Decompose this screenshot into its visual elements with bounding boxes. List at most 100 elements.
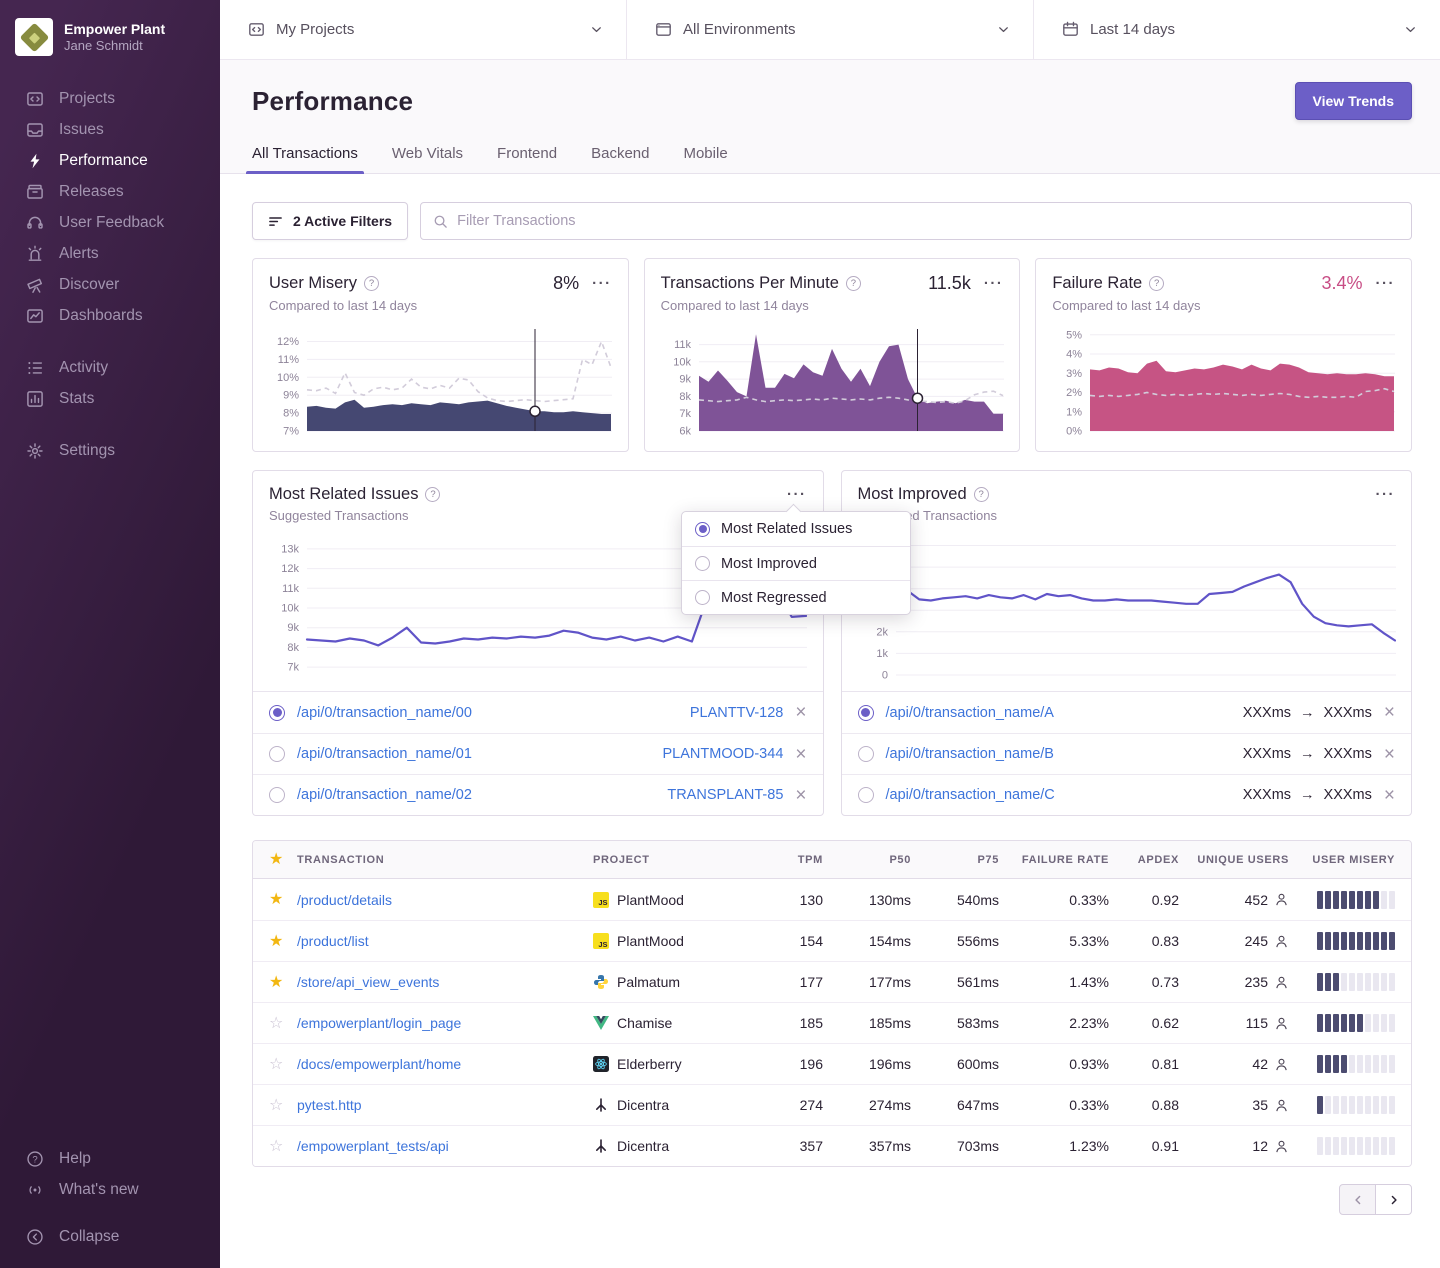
user-icon (1274, 1057, 1289, 1072)
date-range-dropdown[interactable]: Last 14 days (1034, 0, 1440, 59)
sidebar-item-performance[interactable]: Performance (0, 145, 220, 176)
tab-frontend[interactable]: Frontend (497, 145, 557, 173)
sidebar-collapse-button[interactable]: Collapse (0, 1221, 220, 1252)
card-title: User Misery (269, 274, 357, 293)
close-icon[interactable]: × (795, 745, 806, 764)
sidebar-item-releases[interactable]: Releases (0, 176, 220, 207)
transaction-link[interactable]: /product/details (297, 892, 392, 908)
ellipsis-menu-icon[interactable]: ··· (592, 276, 612, 291)
close-icon[interactable]: × (795, 786, 806, 805)
transaction-link[interactable]: /product/list (297, 933, 369, 949)
issue-link[interactable]: TRANSPLANT-85 (667, 787, 783, 803)
transaction-link[interactable]: /docs/empowerplant/home (297, 1056, 461, 1072)
failure-rate-chart[interactable]: 0%1%2%3%4%5% (1052, 323, 1395, 439)
ellipsis-menu-icon[interactable]: ··· (787, 487, 807, 502)
transaction-link[interactable]: /api/0/transaction_name/C (886, 787, 1055, 803)
active-filters-button[interactable]: 2 Active Filters (252, 202, 408, 240)
transaction-link[interactable]: /api/0/transaction_name/B (886, 746, 1054, 762)
close-icon[interactable]: × (1384, 745, 1395, 764)
issue-link[interactable]: PLANTMOOD-344 (663, 746, 784, 762)
radio-button[interactable] (269, 746, 285, 762)
user-misery-card: User Misery ? 8% ··· Compared to last 14… (252, 258, 629, 452)
widget-type-menu: Most Related Issues Most Improved Most R… (681, 511, 911, 615)
menu-option-most-improved[interactable]: Most Improved (682, 546, 910, 580)
failure-rate-value: 1.43% (999, 974, 1109, 990)
sidebar-item-stats[interactable]: Stats (0, 383, 220, 414)
star-toggle[interactable]: ☆ (269, 1138, 283, 1155)
calendar-icon (1062, 21, 1079, 38)
p75-value: 583ms (911, 1015, 999, 1031)
tab-web-vitals[interactable]: Web Vitals (392, 145, 463, 173)
ellipsis-menu-icon[interactable]: ··· (1375, 276, 1395, 291)
radio-button[interactable] (858, 787, 874, 803)
star-toggle[interactable]: ☆ (269, 1056, 283, 1073)
card-subtitle: Compared to last 14 days (1052, 298, 1395, 313)
sidebar-item-projects[interactable]: Projects (0, 83, 220, 114)
ellipsis-menu-icon[interactable]: ··· (1376, 487, 1396, 502)
transaction-link[interactable]: /api/0/transaction_name/02 (297, 787, 472, 803)
sidebar-item-activity[interactable]: Activity (0, 352, 220, 383)
sidebar-item-dashboards[interactable]: Dashboards (0, 300, 220, 331)
sidebar-item-label: Discover (59, 276, 119, 294)
sidebar-item-settings[interactable]: Settings (0, 435, 220, 466)
org-switcher[interactable]: Empower Plant Jane Schmidt (0, 18, 220, 56)
help-icon[interactable]: ? (364, 276, 379, 291)
project-filter-dropdown[interactable]: My Projects (220, 0, 627, 59)
previous-page-button[interactable] (1339, 1184, 1376, 1215)
star-toggle[interactable]: ☆ (269, 1097, 283, 1114)
sidebar-item-whats-new[interactable]: What's new (0, 1174, 220, 1205)
search-input[interactable] (457, 213, 1399, 229)
radio-button[interactable] (858, 746, 874, 762)
help-icon[interactable]: ? (974, 487, 989, 502)
issue-link[interactable]: PLANTTV-128 (690, 705, 784, 721)
tab-backend[interactable]: Backend (591, 145, 649, 173)
help-icon[interactable]: ? (425, 487, 440, 502)
star-toggle[interactable]: ☆ (269, 1015, 283, 1032)
close-icon[interactable]: × (1384, 786, 1395, 805)
transaction-link[interactable]: /empowerplant/login_page (297, 1015, 461, 1031)
radio-button (695, 522, 710, 537)
help-icon[interactable]: ? (1149, 276, 1164, 291)
transaction-link[interactable]: pytest.http (297, 1097, 362, 1113)
ellipsis-menu-icon[interactable]: ··· (984, 276, 1004, 291)
transaction-link[interactable]: /api/0/transaction_name/01 (297, 746, 472, 762)
radio-button[interactable] (269, 787, 285, 803)
view-trends-button[interactable]: View Trends (1295, 82, 1412, 120)
menu-option-most-related-issues[interactable]: Most Related Issues (682, 512, 910, 546)
help-icon[interactable]: ? (846, 276, 861, 291)
failure-rate-value: 0.93% (999, 1056, 1109, 1072)
p50-value: 177ms (823, 974, 911, 990)
sidebar-item-alerts[interactable]: Alerts (0, 238, 220, 269)
sidebar-item-issues[interactable]: Issues (0, 114, 220, 145)
svg-text:12k: 12k (281, 563, 299, 575)
sidebar-item-help[interactable]: ? Help (0, 1143, 220, 1174)
project-name: Elderberry (617, 1056, 682, 1072)
sidebar-item-user-feedback[interactable]: User Feedback (0, 207, 220, 238)
svg-text:1%: 1% (1066, 406, 1082, 418)
sidebar-item-discover[interactable]: Discover (0, 269, 220, 300)
menu-option-most-regressed[interactable]: Most Regressed (682, 580, 910, 614)
transaction-link[interactable]: /empowerplant_tests/api (297, 1138, 449, 1154)
card-value: 11.5k (928, 273, 971, 294)
tpm-chart[interactable]: 6k7k8k9k10k11k (661, 323, 1004, 439)
close-icon[interactable]: × (1384, 703, 1395, 722)
radio-button[interactable] (269, 705, 285, 721)
chevron-down-icon (589, 22, 604, 37)
user-misery-chart[interactable]: 7%8%9%10%11%12% (269, 323, 612, 439)
transaction-link[interactable]: /api/0/transaction_name/A (886, 705, 1054, 721)
improved-chart[interactable]: 01k2k3k4k5k6k (858, 533, 1396, 683)
star-toggle[interactable]: ★ (269, 974, 283, 991)
star-toggle[interactable]: ★ (269, 933, 283, 950)
radio-button[interactable] (858, 705, 874, 721)
transaction-link[interactable]: /store/api_view_events (297, 974, 439, 990)
arrow-right-icon: → (1300, 746, 1315, 762)
tab-all-transactions[interactable]: All Transactions (252, 145, 358, 173)
star-toggle[interactable]: ★ (269, 891, 283, 908)
tab-mobile[interactable]: Mobile (683, 145, 727, 173)
transaction-link[interactable]: /api/0/transaction_name/00 (297, 705, 472, 721)
environment-filter-dropdown[interactable]: All Environments (627, 0, 1034, 59)
card-value: 3.4% (1321, 273, 1362, 294)
org-user: Jane Schmidt (64, 38, 165, 53)
close-icon[interactable]: × (795, 703, 806, 722)
next-page-button[interactable] (1375, 1184, 1412, 1215)
